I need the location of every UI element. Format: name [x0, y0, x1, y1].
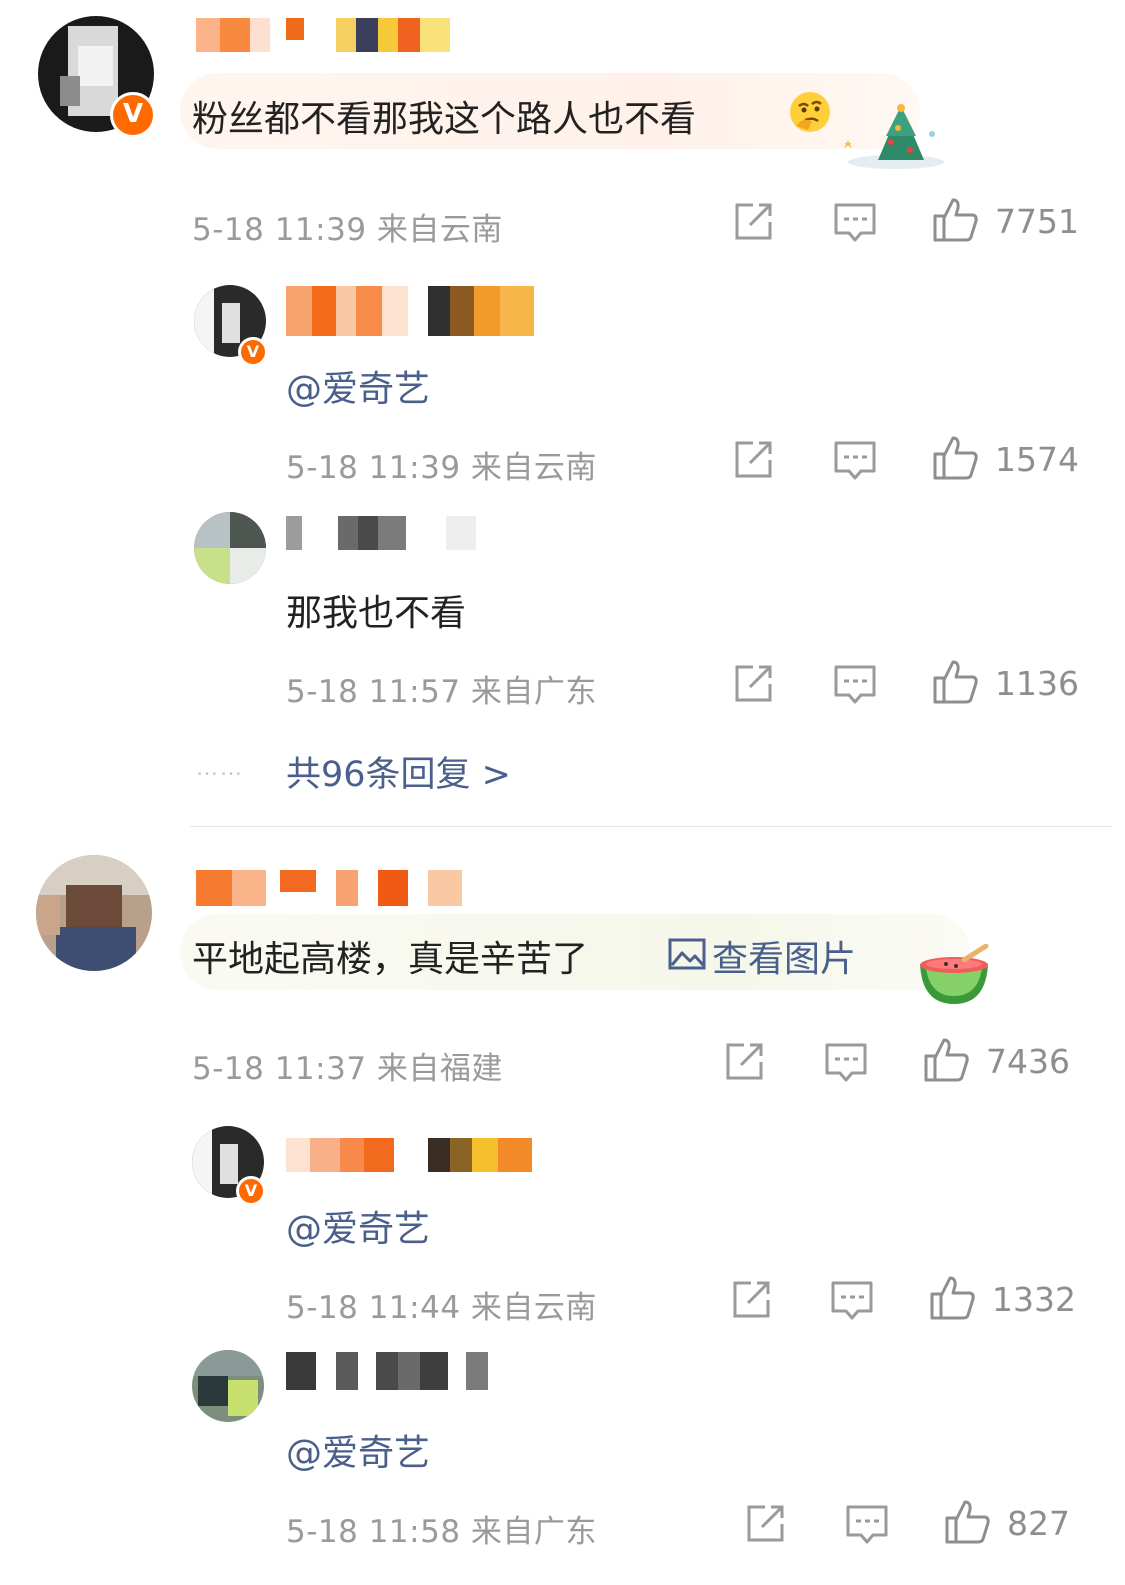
reply-location: 来自广东 — [470, 1514, 597, 1550]
reply-text[interactable]: @爱奇艺 — [286, 1200, 430, 1252]
share-icon[interactable] — [733, 202, 775, 242]
username[interactable] — [286, 286, 534, 336]
verified-badge-icon: V — [110, 92, 156, 138]
thumbs-up-icon[interactable] — [922, 1036, 970, 1084]
reply-meta: 5-18 11:39 来自云南 — [286, 442, 597, 487]
like-count: 1332 — [992, 1280, 1076, 1319]
comment-text: 粉丝都不看那我这个路人也不看 — [192, 99, 697, 140]
view-image-link[interactable]: 查看图片 — [668, 930, 856, 982]
reply-meta: 5-18 11:44 来自云南 — [286, 1282, 597, 1327]
comment-location: 来自福建 — [376, 1051, 503, 1087]
username[interactable] — [286, 1352, 488, 1390]
comment-icon[interactable] — [824, 1042, 868, 1084]
comment-location: 来自云南 — [376, 212, 503, 248]
username[interactable] — [196, 18, 450, 52]
image-icon — [668, 937, 706, 975]
reply-time: 5-18 11:57 — [286, 674, 461, 710]
thread-divider — [190, 826, 1112, 827]
reply-time: 5-18 11:58 — [286, 1514, 461, 1550]
avatar[interactable] — [36, 855, 152, 971]
username[interactable] — [286, 516, 476, 550]
reply-text: 那我也不看 — [286, 593, 467, 634]
share-icon[interactable] — [731, 1280, 773, 1320]
thumbs-up-icon[interactable] — [931, 434, 979, 482]
share-icon[interactable] — [733, 440, 775, 480]
like-count: 827 — [1007, 1504, 1070, 1543]
comment-icon[interactable] — [845, 1504, 889, 1546]
view-image-label[interactable]: 查看图片 — [712, 930, 856, 982]
reply-time: 5-18 11:39 — [286, 450, 461, 486]
watermelon-sticker-icon — [916, 943, 996, 1012]
avatar[interactable] — [192, 1350, 264, 1422]
thumbs-up-icon[interactable] — [931, 196, 979, 244]
reply-location: 来自云南 — [470, 450, 597, 486]
username[interactable] — [196, 870, 462, 906]
reply-text[interactable]: @爱奇艺 — [286, 1424, 430, 1476]
like-count: 1574 — [995, 440, 1079, 479]
comment-meta: 5-18 11:39 来自云南 — [192, 204, 503, 249]
comment-time: 5-18 11:39 — [192, 212, 367, 248]
like-count: 1136 — [995, 664, 1079, 703]
share-icon[interactable] — [733, 664, 775, 704]
comment-text: 平地起高楼，真是辛苦了 — [192, 939, 589, 980]
like-count: 7436 — [986, 1042, 1070, 1081]
username[interactable] — [286, 1138, 532, 1172]
avatar[interactable] — [194, 512, 266, 584]
comment-icon[interactable] — [833, 440, 877, 482]
comment-icon[interactable] — [833, 202, 877, 244]
thumbs-up-icon[interactable] — [928, 1274, 976, 1322]
comment-time: 5-18 11:37 — [192, 1051, 367, 1087]
reply-meta: 5-18 11:58 来自广东 — [286, 1506, 597, 1551]
reply-location: 来自云南 — [470, 1290, 597, 1326]
comment-icon[interactable] — [830, 1280, 874, 1322]
view-more-replies-link[interactable]: 共96条回复 > — [286, 746, 511, 797]
reply-text[interactable]: @爱奇艺 — [286, 360, 430, 412]
comment-meta: 5-18 11:37 来自福建 — [192, 1043, 503, 1088]
christmas-tree-sticker-icon — [826, 100, 946, 174]
like-count: 7751 — [995, 202, 1079, 241]
share-icon[interactable] — [745, 1504, 787, 1544]
dots-separator: …… — [196, 756, 244, 781]
verified-badge-icon: V — [236, 1176, 266, 1206]
reply-location: 来自广东 — [470, 674, 597, 710]
thumbs-up-icon[interactable] — [943, 1498, 991, 1546]
reply-time: 5-18 11:44 — [286, 1290, 461, 1326]
comment-icon[interactable] — [833, 664, 877, 706]
thumbs-up-icon[interactable] — [931, 658, 979, 706]
reply-meta: 5-18 11:57 来自广东 — [286, 666, 597, 711]
verified-badge-icon: V — [238, 337, 268, 367]
share-icon[interactable] — [724, 1042, 766, 1082]
